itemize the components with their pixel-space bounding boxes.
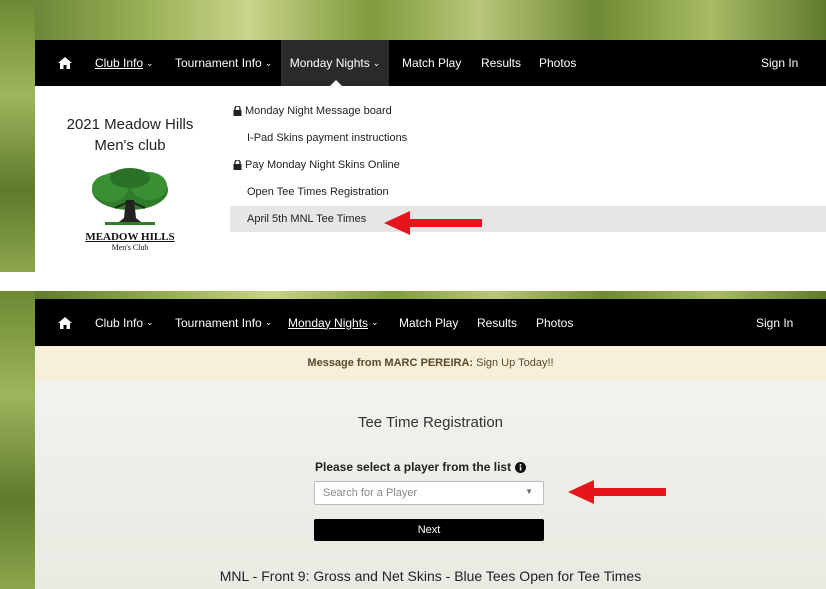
nav-club-info[interactable]: Club Info ⌄ [95, 299, 154, 346]
logo-subtitle: Men's Club [111, 243, 149, 252]
red-arrow-icon [568, 480, 666, 504]
nav-label: Photos [536, 315, 574, 330]
menu-item-april-tee-times[interactable]: April 5th MNL Tee Times [230, 206, 826, 232]
nav-label: Club Info [95, 56, 144, 70]
nav-label: Photos [539, 56, 577, 70]
bottom-navbar: Club Info ⌄ Tournament Info ⌄ Monday Night… [35, 299, 826, 346]
registration-panel: Tee Time Registration Please select a pl… [35, 380, 826, 589]
chevron-down-icon: ⌄ [146, 317, 154, 327]
menu-item-label: Monday Night Message board [245, 105, 392, 117]
top-content-panel: 2021 Meadow Hills Men's club MEADOW HILL… [35, 86, 826, 272]
menu-item-message-board[interactable]: Monday Night Message board [233, 98, 392, 124]
sign-in-link[interactable]: Sign In [756, 299, 793, 346]
chevron-down-icon: ⌄ [264, 57, 273, 68]
event-title: MNL - Front 9: Gross and Net Skins - Blu… [219, 568, 642, 584]
red-arrow-icon [384, 211, 482, 235]
lock-icon [233, 160, 242, 170]
nav-label: Sign In [761, 56, 799, 70]
player-search-select[interactable]: Search for a Player ▼ [314, 481, 544, 505]
bottom-banner-grass [35, 291, 826, 299]
info-icon[interactable] [515, 461, 527, 473]
chevron-down-icon: ⌄ [371, 317, 379, 327]
home-button[interactable] [57, 40, 73, 86]
sign-in-link[interactable]: Sign In [761, 40, 798, 86]
registration-title: Tee Time Registration [357, 414, 504, 431]
club-logo: MEADOW HILLS Men's Club [85, 166, 175, 261]
top-left-grass-strip [0, 0, 35, 272]
menu-item-label: I-Pad Skins payment instructions [247, 132, 408, 144]
next-button[interactable]: Next [314, 519, 544, 541]
menu-item-label: April 5th MNL Tee Times [247, 213, 367, 225]
chevron-down-icon: ⌄ [146, 57, 154, 68]
menu-item-open-tee-times[interactable]: Open Tee Times Registration [247, 179, 389, 205]
nav-label: Results [477, 315, 518, 330]
menu-item-label: Open Tee Times Registration [247, 186, 389, 198]
club-name-line1: 2021 Meadow Hills [66, 116, 194, 133]
next-label: Next [417, 524, 441, 536]
lock-icon [233, 106, 242, 116]
menu-item-label: Pay Monday Night Skins Online [245, 159, 400, 171]
nav-label: Match Play [399, 315, 459, 330]
top-banner-grass [0, 0, 826, 40]
top-navbar: Club Info ⌄ Tournament Info ⌄ Monday Night… [35, 40, 826, 86]
monday-nights-dropdown: Monday Night Message board I-Pad Skins p… [230, 98, 826, 238]
logo-title: MEADOW HILLS [85, 231, 175, 243]
chevron-down-icon: ⌄ [264, 317, 273, 327]
club-name: 2021 Meadow Hills Men's club [45, 114, 215, 156]
search-placeholder: Search for a Player [323, 487, 418, 499]
menu-item-pay-skins[interactable]: Pay Monday Night Skins Online [233, 152, 400, 178]
home-button[interactable] [57, 299, 73, 346]
message-bar: Message from MARC PEREIRA: Sign Up Today… [35, 346, 826, 380]
club-name-line2: Men's club [94, 137, 166, 154]
nav-tournament-info[interactable]: Tournament Info ⌄ [175, 299, 272, 346]
nav-photos[interactable]: Photos [536, 299, 573, 346]
nav-label: Monday Nights [288, 315, 369, 330]
nav-label: Tournament Info [175, 315, 262, 330]
home-icon [58, 57, 72, 69]
nav-monday-nights[interactable]: Monday Nights ⌄ [288, 299, 379, 346]
dropdown-caret-icon: ▼ [525, 487, 533, 496]
home-icon [58, 316, 72, 329]
nav-club-info[interactable]: Club Info ⌄ [95, 40, 154, 86]
bottom-left-grass-strip [0, 291, 35, 589]
nav-match-play[interactable]: Match Play [399, 299, 458, 346]
select-label-text: Please select a player from the list [315, 460, 512, 474]
nav-match-play[interactable]: Match Play [402, 40, 461, 86]
nav-results[interactable]: Results [477, 299, 517, 346]
nav-tournament-info[interactable]: Tournament Info ⌄ [175, 40, 272, 86]
chevron-down-icon: ⌄ [372, 57, 381, 68]
nav-label: Match Play [402, 56, 462, 70]
nav-label: Tournament Info [175, 56, 262, 70]
menu-item-ipad-skins[interactable]: I-Pad Skins payment instructions [247, 125, 407, 151]
oak-tree-logo [92, 168, 168, 225]
nav-label: Sign In [756, 315, 794, 330]
nav-results[interactable]: Results [481, 40, 521, 86]
message-prefix: Message from MARC PEREIRA: [307, 357, 474, 369]
nav-label: Monday Nights [289, 56, 370, 70]
select-player-label: Please select a player from the list [315, 460, 527, 474]
nav-label: Club Info [95, 315, 144, 330]
nav-photos[interactable]: Photos [539, 40, 576, 86]
nav-label: Results [481, 56, 522, 70]
message-text: Sign Up Today!! [476, 357, 554, 369]
